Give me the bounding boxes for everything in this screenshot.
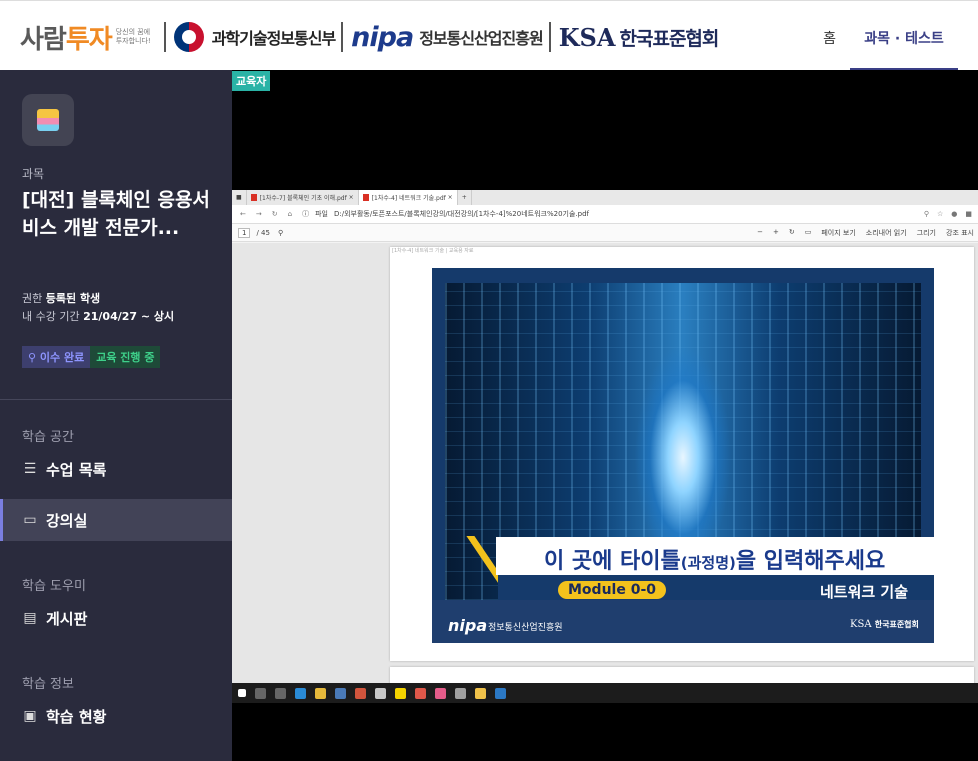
slide-nipa-logo: nipa — [448, 616, 488, 635]
monitor-icon: ▭ — [23, 512, 37, 528]
nipa-logo-text: 정보통신산업진흥원 — [419, 29, 543, 48]
pdf-viewer: [1차수-4] 네트워크 기술 | 교육용 자료 이 곳에 타이틀(과정명)을 … — [232, 243, 978, 687]
pdf-icon — [362, 194, 369, 201]
app-icon — [435, 687, 446, 699]
lecture-video-area[interactable]: 교육자 ■ [1차수-7] 블록체인 기초 이해.pdf × [1차수-4] 네… — [232, 70, 978, 761]
sidebar-item-board[interactable]: ▤ 게시판 — [0, 597, 232, 639]
nav-courses-tests[interactable]: 과목 · 테스트 — [850, 1, 958, 71]
camera-icon — [455, 687, 466, 699]
sidebar-divider — [0, 399, 232, 400]
profile-icon: ■ — [965, 210, 972, 218]
zoom-out-icon: − — [757, 227, 763, 236]
slide-title: 이 곳에 타이틀(과정명)을 입력해주세요 — [544, 549, 886, 574]
title-slide: 이 곳에 타이틀(과정명)을 입력해주세요 Module 0-0 네트워크 기술… — [432, 268, 934, 643]
slide-ksa-logo: KSA 한국표준협회 — [850, 619, 919, 630]
clipboard-icon: ▤ — [23, 610, 37, 626]
period-info: 내 수강 기간 21/04/27 ~ 상시 — [22, 310, 175, 323]
main-nav: 홈 과목 · 테스트 — [809, 1, 978, 71]
sidebar-item-classroom[interactable]: ▭ 강의실 — [0, 499, 232, 541]
search-icon — [255, 687, 266, 699]
browser-tab: [1차수-7] 블록체인 기초 이해.pdf × — [247, 190, 359, 205]
pdf-toolbar-right: − + ↻ ▭ 페이지 보기 소리내어 읽기 그리기 강조 표시 — [757, 228, 978, 238]
nipa-logo: nipa — [351, 21, 414, 53]
nav-home[interactable]: 홈 — [809, 1, 850, 71]
app-icon — [355, 687, 366, 699]
forward-icon: → — [255, 210, 262, 218]
browser-tab-active: [1차수-4] 네트워크 기술.pdf × — [358, 190, 458, 205]
msit-logo-text: 과학기술정보통신부 — [211, 29, 336, 48]
new-tab-icon: + — [458, 190, 472, 205]
partner-logos: 사람투자 당신의 꿈에 투자합니다! 과학기술정보통신부 nipa 정보통신산업… — [20, 17, 720, 57]
task-view-icon — [275, 687, 286, 699]
course-icon — [22, 94, 74, 146]
extension-icon: ● — [951, 210, 958, 218]
pdf-icon — [250, 194, 257, 201]
search-icon: ⚲ — [277, 228, 284, 237]
shared-screen: ■ [1차수-7] 블록체인 기초 이해.pdf × [1차수-4] 네트워크 … — [232, 190, 978, 703]
status-badges: ⚲ 이수 완료 교육 진행 중 — [22, 346, 161, 368]
back-icon: ← — [240, 210, 246, 218]
slide-nipa-text: 정보통신산업진흥원 — [488, 623, 563, 633]
zoom-in-icon: + — [772, 227, 779, 236]
info-icon: ⓘ — [302, 210, 310, 218]
msit-emblem-icon — [173, 22, 204, 52]
course-sidebar: 과목 [대전] 블록체인 응용서비스 개발 전문가... 권한 등록된 학생 내… — [0, 70, 232, 761]
logo-divider — [548, 22, 551, 52]
sidebar-item-learning-status[interactable]: ▣ 학습 현황 — [0, 695, 232, 737]
instructor-tag: 교육자 — [232, 71, 271, 91]
pdf-toolbar: 1 / 45 ⚲ − + ↻ ▭ 페이지 보기 소리내어 읽기 그리기 강조 표시 — [232, 224, 978, 242]
file-explorer-icon — [475, 687, 486, 699]
sidebar-item-lesson-list[interactable]: ☰ 수업 목록 — [0, 448, 232, 490]
ksa-logo-text: 한국표준협회 — [619, 27, 720, 50]
kakaotalk-icon — [395, 687, 406, 699]
store-icon — [315, 687, 326, 699]
saram-tuja-logo[interactable]: 사람투자 — [20, 19, 113, 56]
logo-divider — [341, 22, 344, 52]
browser-tabbar: ■ [1차수-7] 블록체인 기초 이해.pdf × [1차수-4] 네트워크 … — [232, 190, 978, 205]
home-icon: ⌂ — [287, 210, 293, 218]
chrome-icon — [415, 687, 426, 699]
section-title-learning-helper: 학습 도우미 — [22, 579, 86, 594]
app-icon — [375, 687, 386, 699]
book-icon — [37, 109, 59, 131]
saram-tuja-slogan: 당신의 꿈에 투자합니다! — [115, 28, 151, 45]
url-scheme: 파일 — [315, 210, 328, 218]
page-view-button: 페이지 보기 — [821, 228, 856, 237]
page-total: / 45 — [256, 228, 270, 237]
url-text: D:/외부활동/토픈포스트/블록체인강의/대전강의/[1차수-4]%20네트워크… — [333, 210, 589, 218]
windows-start-icon — [238, 689, 246, 697]
refresh-icon: ↻ — [271, 210, 278, 218]
read-aloud-button: 소리내어 읽기 — [865, 228, 907, 237]
pdf-page-header: [1차수-4] 네트워크 기술 | 교육용 자료 — [392, 248, 474, 254]
zoom-icon: ⚲ — [923, 210, 929, 218]
logo-divider — [163, 22, 166, 52]
browser-ext-icons: ⚲ ☆ ● ■ — [924, 210, 978, 218]
page-number-box: 1 — [238, 227, 251, 238]
internet-explorer-icon — [495, 687, 506, 699]
ksa-logo: KSA — [558, 22, 616, 52]
draw-button: 그리기 — [916, 228, 936, 237]
edge-icon — [295, 687, 306, 699]
course-kicker: 과목 — [22, 167, 45, 181]
highlight-button: 강조 표시 — [946, 228, 974, 237]
section-title-learning-info: 학습 정보 — [22, 677, 74, 692]
top-header: 사람투자 당신의 꿈에 투자합니다! 과학기술정보통신부 nipa 정보통신산업… — [0, 0, 978, 71]
tab-actions-icon: ■ — [232, 190, 247, 205]
presentation-icon: ▣ — [23, 708, 37, 724]
role-info: 권한 등록된 학생 — [22, 292, 101, 305]
mail-icon — [335, 687, 346, 699]
section-title-learning-space: 학습 공간 — [22, 430, 74, 445]
progress-badge: 교육 진행 중 — [90, 346, 161, 368]
windows-taskbar — [232, 683, 978, 703]
rotate-icon: ↻ — [788, 227, 795, 236]
favorite-icon: ☆ — [936, 210, 944, 218]
pdf-page: [1차수-4] 네트워크 기술 | 교육용 자료 이 곳에 타이틀(과정명)을 … — [390, 247, 974, 661]
browser-addressbar: ← → ↻ ⌂ ⓘ 파일 D:/외부활동/토픈포스트/블록체인강의/대전강의/[… — [232, 205, 978, 224]
fit-icon: ▭ — [804, 227, 812, 236]
course-title: [대전] 블록체인 응용서비스 개발 전문가... — [22, 189, 210, 239]
module-pill: Module 0-0 — [558, 581, 666, 599]
list-icon: ☰ — [23, 461, 37, 477]
slide-subtitle: 네트워크 기술 — [820, 583, 909, 601]
completion-badge: ⚲ 이수 완료 — [22, 346, 91, 368]
